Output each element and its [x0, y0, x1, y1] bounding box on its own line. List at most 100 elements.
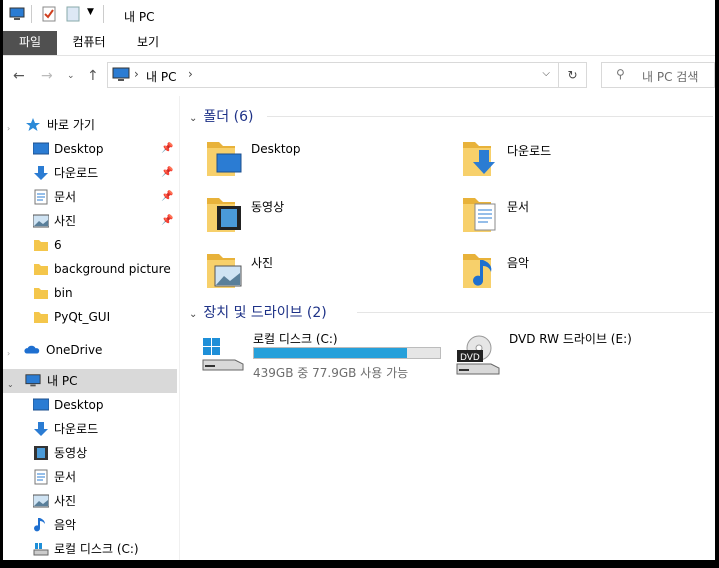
collapse-chevron-icon[interactable]: ⌄ — [189, 309, 197, 320]
search-placeholder: 내 PC 검색 — [642, 70, 699, 84]
folder-tile-documents[interactable]: 문서 — [437, 192, 687, 244]
pin-icon[interactable]: 📌 — [161, 137, 173, 161]
pictures-folder-icon — [207, 254, 242, 288]
nav-item-background-picture[interactable]: background picture — [3, 257, 177, 281]
pin-icon[interactable]: 📌 — [161, 161, 173, 185]
folder-tile-videos[interactable]: 동영상 — [181, 192, 431, 244]
picture-icon — [33, 494, 49, 508]
folder-tile-desktop[interactable]: Desktop — [181, 136, 431, 188]
expand-chevron-icon[interactable]: › — [7, 342, 23, 358]
title-bar: ▼ 내 PC — [3, 0, 715, 31]
nav-item-pictures[interactable]: 사진 📌 — [3, 209, 177, 233]
nav-label: 바로 가기 — [47, 118, 95, 132]
nav-item-documents[interactable]: 문서 📌 — [3, 185, 177, 209]
drive-tile-dvd-e[interactable]: DVD DVD RW 드라이브 (E:) — [437, 330, 697, 386]
ribbon-tabs: 파일 컴퓨터 보기 — [3, 31, 715, 56]
up-arrow-icon[interactable]: ↑ — [87, 68, 99, 84]
document-icon — [34, 189, 48, 205]
nav-label: 다운로드 — [54, 166, 99, 180]
breadcrumb-separator[interactable]: › — [134, 67, 139, 81]
collapse-chevron-icon[interactable]: ⌄ — [7, 373, 23, 389]
nav-onedrive[interactable]: › OneDrive — [3, 338, 177, 362]
capacity-bar — [253, 347, 441, 359]
drive-tile-local-disk-c[interactable]: 로컬 디스크 (C:) 439GB 중 77.9GB 사용 가능 — [181, 330, 441, 386]
dvd-drive-icon: DVD — [456, 335, 500, 375]
folder-icon — [34, 312, 48, 323]
breadcrumb-separator[interactable]: › — [188, 67, 193, 81]
desktop-icon — [33, 142, 49, 155]
film-icon — [34, 446, 48, 460]
group-separator — [267, 116, 713, 117]
folder-tile-downloads[interactable]: 다운로드 — [437, 136, 687, 188]
nav-item-folder-6[interactable]: 6 — [3, 233, 177, 257]
address-dropdown-icon[interactable]: ⌵ — [542, 68, 550, 79]
nav-pc-desktop[interactable]: Desktop — [3, 393, 177, 417]
collapse-chevron-icon[interactable]: ⌄ — [189, 113, 197, 124]
cloud-icon — [24, 345, 40, 354]
nav-pc-local-disk[interactable]: 로컬 디스크 (C:) — [3, 537, 177, 560]
nav-pc-documents[interactable]: 문서 — [3, 465, 177, 489]
back-arrow-icon[interactable]: ← — [13, 68, 25, 84]
nav-item-downloads[interactable]: 다운로드 📌 — [3, 161, 177, 185]
folder-label: 문서 — [507, 200, 530, 214]
drive-free-space: 439GB 중 77.9GB 사용 가능 — [253, 366, 409, 380]
computer-icon — [112, 67, 130, 81]
folder-label: 사진 — [251, 256, 274, 270]
drive-name: DVD RW 드라이브 (E:) — [509, 332, 632, 346]
nav-label: 로컬 디스크 (C:) — [54, 542, 139, 556]
nav-item-bin[interactable]: bin — [3, 281, 177, 305]
music-note-icon — [34, 518, 45, 532]
properties-icon[interactable] — [41, 6, 57, 22]
breadcrumb[interactable]: 내 PC — [146, 68, 176, 85]
pane-divider[interactable] — [179, 96, 180, 560]
nav-this-pc[interactable]: ⌄ 내 PC — [3, 369, 177, 393]
content-area: ⌄ 폴더 (6) Desktop 다운로드 동영상 문서 사진 음악 ⌄ 장치 … — [181, 96, 715, 560]
navigation-pane: › 바로 가기 Desktop 📌 다운로드 📌 문서 📌 사진 📌 6 bac… — [3, 96, 177, 560]
tab-computer[interactable]: 컴퓨터 — [61, 31, 117, 55]
nav-pc-music[interactable]: 음악 — [3, 513, 177, 537]
star-icon — [26, 118, 40, 131]
search-input[interactable]: ⚲ 내 PC 검색 — [601, 62, 715, 88]
customize-quick-access-icon[interactable]: ▼ — [87, 7, 94, 17]
pin-icon[interactable]: 📌 — [161, 209, 173, 233]
computer-icon — [25, 374, 41, 387]
tab-file[interactable]: 파일 — [3, 31, 57, 55]
nav-label: background picture — [54, 262, 171, 276]
window-title: 내 PC — [124, 10, 155, 24]
nav-pc-pictures[interactable]: 사진 — [3, 489, 177, 513]
tab-view[interactable]: 보기 — [125, 31, 171, 55]
group-separator — [357, 312, 713, 313]
new-folder-icon[interactable] — [65, 6, 81, 22]
nav-item-desktop[interactable]: Desktop 📌 — [3, 137, 177, 161]
computer-icon — [9, 7, 25, 20]
forward-arrow-icon[interactable]: → — [41, 68, 53, 84]
nav-pc-downloads[interactable]: 다운로드 — [3, 417, 177, 441]
nav-pc-videos[interactable]: 동영상 — [3, 441, 177, 465]
nav-quick-access[interactable]: › 바로 가기 — [3, 113, 177, 137]
nav-label: 사진 — [54, 214, 77, 228]
folder-icon — [34, 240, 48, 251]
nav-label: 문서 — [54, 190, 77, 204]
nav-label: Desktop — [54, 142, 104, 156]
pin-icon[interactable]: 📌 — [161, 185, 173, 209]
videos-folder-icon — [207, 198, 241, 232]
drive-icon — [33, 543, 49, 556]
folder-tile-music[interactable]: 음악 — [437, 248, 687, 300]
folders-group-header[interactable]: ⌄ 폴더 (6) — [189, 106, 713, 126]
divider — [103, 5, 104, 23]
devices-group-header[interactable]: ⌄ 장치 및 드라이브 (2) — [189, 302, 713, 322]
recent-locations-chevron-icon[interactable]: ⌄ — [67, 71, 75, 81]
nav-label: 음악 — [54, 518, 77, 532]
divider — [31, 5, 32, 23]
expand-chevron-icon[interactable]: › — [7, 117, 23, 133]
group-title: 장치 및 드라이브 (2) — [203, 305, 327, 321]
nav-label: 다운로드 — [54, 422, 99, 436]
nav-label: 내 PC — [47, 374, 78, 388]
folder-tile-pictures[interactable]: 사진 — [181, 248, 431, 300]
refresh-icon[interactable]: ↻ — [559, 62, 587, 88]
nav-label: Desktop — [54, 398, 104, 412]
desktop-folder-icon — [207, 142, 242, 176]
address-bar[interactable]: › 내 PC › ⌵ — [107, 62, 559, 88]
search-icon: ⚲ — [616, 67, 625, 81]
nav-item-pyqt-gui[interactable]: PyQt_GUI — [3, 305, 177, 329]
